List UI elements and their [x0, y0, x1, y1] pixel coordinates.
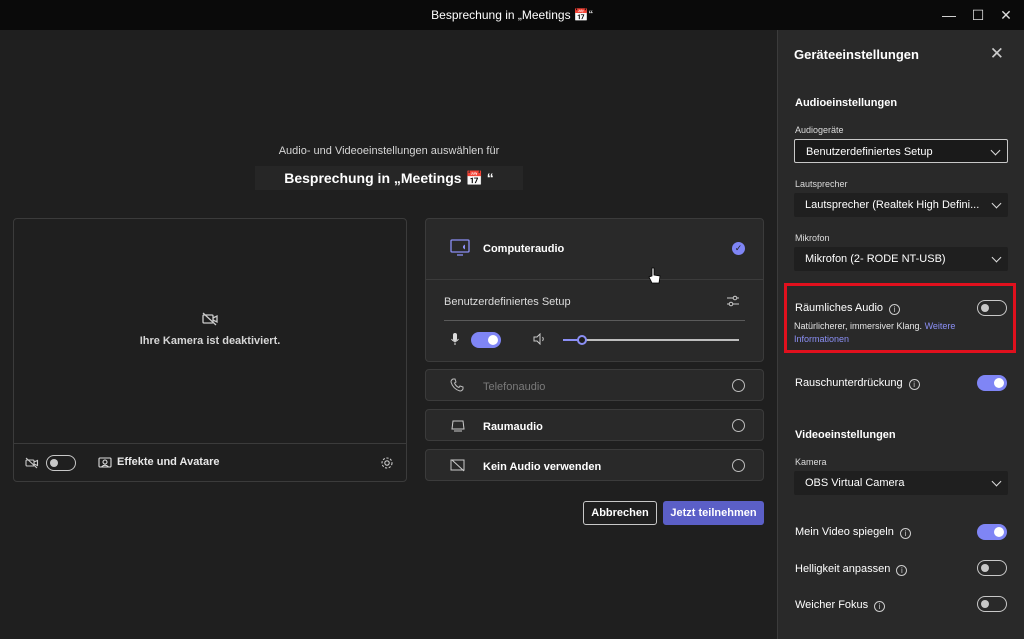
phone-audio-label: Telefonaudio [483, 381, 546, 393]
info-icon[interactable]: i [874, 601, 886, 612]
info-icon[interactable]: i [899, 528, 911, 539]
effects-avatars-button[interactable]: Effekte und Avatare [117, 456, 220, 468]
volume-slider[interactable] [563, 335, 739, 345]
brightness-toggle[interactable] [977, 560, 1007, 576]
mirror-video-label: Mein Video spiegeln [795, 526, 894, 538]
camera-toggle[interactable] [46, 455, 76, 471]
camera-preview: Ihre Kamera ist deaktiviert. Effekte und… [13, 218, 407, 482]
device-settings-panel: Geräteeinstellungen ✕ Audioeinstellungen… [777, 30, 1024, 639]
prejoin-subtitle: Audio- und Videoeinstellungen auswählen … [278, 145, 500, 157]
microphone-icon [451, 333, 459, 345]
effects-icon [98, 457, 112, 468]
speaker-icon [533, 333, 544, 345]
minimize-button[interactable]: — [935, 4, 963, 26]
soft-focus-toggle[interactable] [977, 596, 1007, 612]
mirror-video-row: Mein Video spiegeln i [795, 526, 911, 539]
cancel-button[interactable]: Abbrechen [583, 501, 657, 525]
audio-devices-dropdown[interactable]: Benutzerdefiniertes Setup [794, 139, 1008, 163]
speaker-label: Lautsprecher [795, 179, 848, 189]
selected-check-icon: ✓ [732, 242, 745, 255]
prejoin-area: Audio- und Videoeinstellungen auswählen … [0, 30, 777, 639]
brightness-label: Helligkeit anpassen [795, 563, 891, 575]
noise-suppression-row: Rauschunterdrückung i [795, 377, 920, 390]
join-now-button[interactable]: Jetzt teilnehmen [663, 501, 764, 525]
camera-off-icon [202, 312, 218, 326]
room-audio-radio[interactable] [732, 419, 745, 432]
audio-devices-value: Benutzerdefiniertes Setup [806, 146, 933, 158]
info-icon[interactable]: i [896, 565, 908, 576]
computer-audio-icon [450, 239, 470, 256]
speaker-value: Lautsprecher (Realtek High Defini... [805, 199, 980, 211]
no-audio-label: Kein Audio verwenden [483, 461, 602, 473]
audio-settings-heading: Audioeinstellungen [795, 97, 898, 109]
panel-title: Geräteeinstellungen [794, 47, 919, 62]
maximize-button[interactable]: ☐ [964, 4, 992, 26]
spatial-audio-row: Räumliches Audio i [795, 302, 901, 315]
chevron-down-icon [991, 476, 1002, 487]
spatial-audio-desc-text: Natürlicherer, immersiver Klang. [794, 321, 923, 331]
audio-devices-label: Audiogeräte [795, 125, 844, 135]
room-audio-label: Raumaudio [483, 421, 543, 433]
no-audio-option[interactable]: Kein Audio verwenden [425, 449, 764, 481]
chevron-down-icon [991, 198, 1002, 209]
window-title: Besprechung in „Meetings 📅“ [431, 8, 593, 22]
room-audio-icon [451, 420, 465, 432]
chevron-down-icon [990, 145, 1001, 156]
title-bar: Besprechung in „Meetings 📅“ — ☐ ✕ [0, 0, 1024, 30]
info-icon[interactable]: i [889, 304, 901, 315]
close-icon[interactable]: ✕ [990, 44, 1004, 64]
spatial-audio-label: Räumliches Audio [795, 302, 884, 314]
gear-icon[interactable] [380, 456, 394, 470]
microphone-label: Mikrofon [795, 233, 830, 243]
sliders-icon[interactable] [726, 295, 740, 307]
phone-audio-option[interactable]: Telefonaudio [425, 369, 764, 401]
no-audio-radio[interactable] [732, 459, 745, 472]
camera-status: Ihre Kamera ist deaktiviert. [139, 335, 281, 347]
computer-audio-label: Computeraudio [483, 243, 565, 255]
room-audio-option[interactable]: Raumaudio [425, 409, 764, 441]
noise-suppression-label: Rauschunterdrückung [795, 377, 903, 389]
mouse-cursor-icon [648, 267, 661, 284]
spatial-audio-toggle[interactable] [977, 300, 1007, 316]
soft-focus-row: Weicher Fokus i [795, 599, 886, 612]
camera-dropdown[interactable]: OBS Virtual Camera [794, 471, 1008, 495]
custom-setup-label: Benutzerdefiniertes Setup [444, 296, 571, 308]
soft-focus-label: Weicher Fokus [795, 599, 869, 611]
close-window-button[interactable]: ✕ [992, 4, 1020, 26]
divider [426, 279, 763, 280]
mirror-video-toggle[interactable] [977, 524, 1007, 540]
microphone-toggle[interactable] [471, 332, 501, 348]
camera-value: OBS Virtual Camera [805, 477, 905, 489]
noise-suppression-toggle[interactable] [977, 375, 1007, 391]
spatial-audio-description: Natürlicherer, immersiver Klang. Weitere… [794, 320, 999, 346]
brightness-row: Helligkeit anpassen i [795, 563, 908, 576]
chevron-down-icon [991, 252, 1002, 263]
camera-controls: Effekte und Avatare [14, 443, 406, 481]
meeting-title: Besprechung in „Meetings 📅 “ [255, 166, 523, 190]
camera-label: Kamera [795, 457, 827, 467]
info-icon[interactable]: i [908, 379, 920, 390]
no-audio-icon [450, 459, 465, 472]
microphone-value: Mikrofon (2- RODE NT-USB) [805, 253, 946, 265]
camera-off-small-icon [25, 457, 39, 469]
phone-audio-radio[interactable] [732, 379, 745, 392]
speaker-dropdown[interactable]: Lautsprecher (Realtek High Defini... [794, 193, 1008, 217]
microphone-dropdown[interactable]: Mikrofon (2- RODE NT-USB) [794, 247, 1008, 271]
divider [444, 320, 745, 321]
computer-audio-card[interactable]: Computeraudio ✓ Benutzerdefiniertes Setu… [425, 218, 764, 362]
video-settings-heading: Videoeinstellungen [795, 429, 896, 441]
volume-thumb[interactable] [577, 335, 587, 345]
phone-icon [450, 378, 464, 392]
